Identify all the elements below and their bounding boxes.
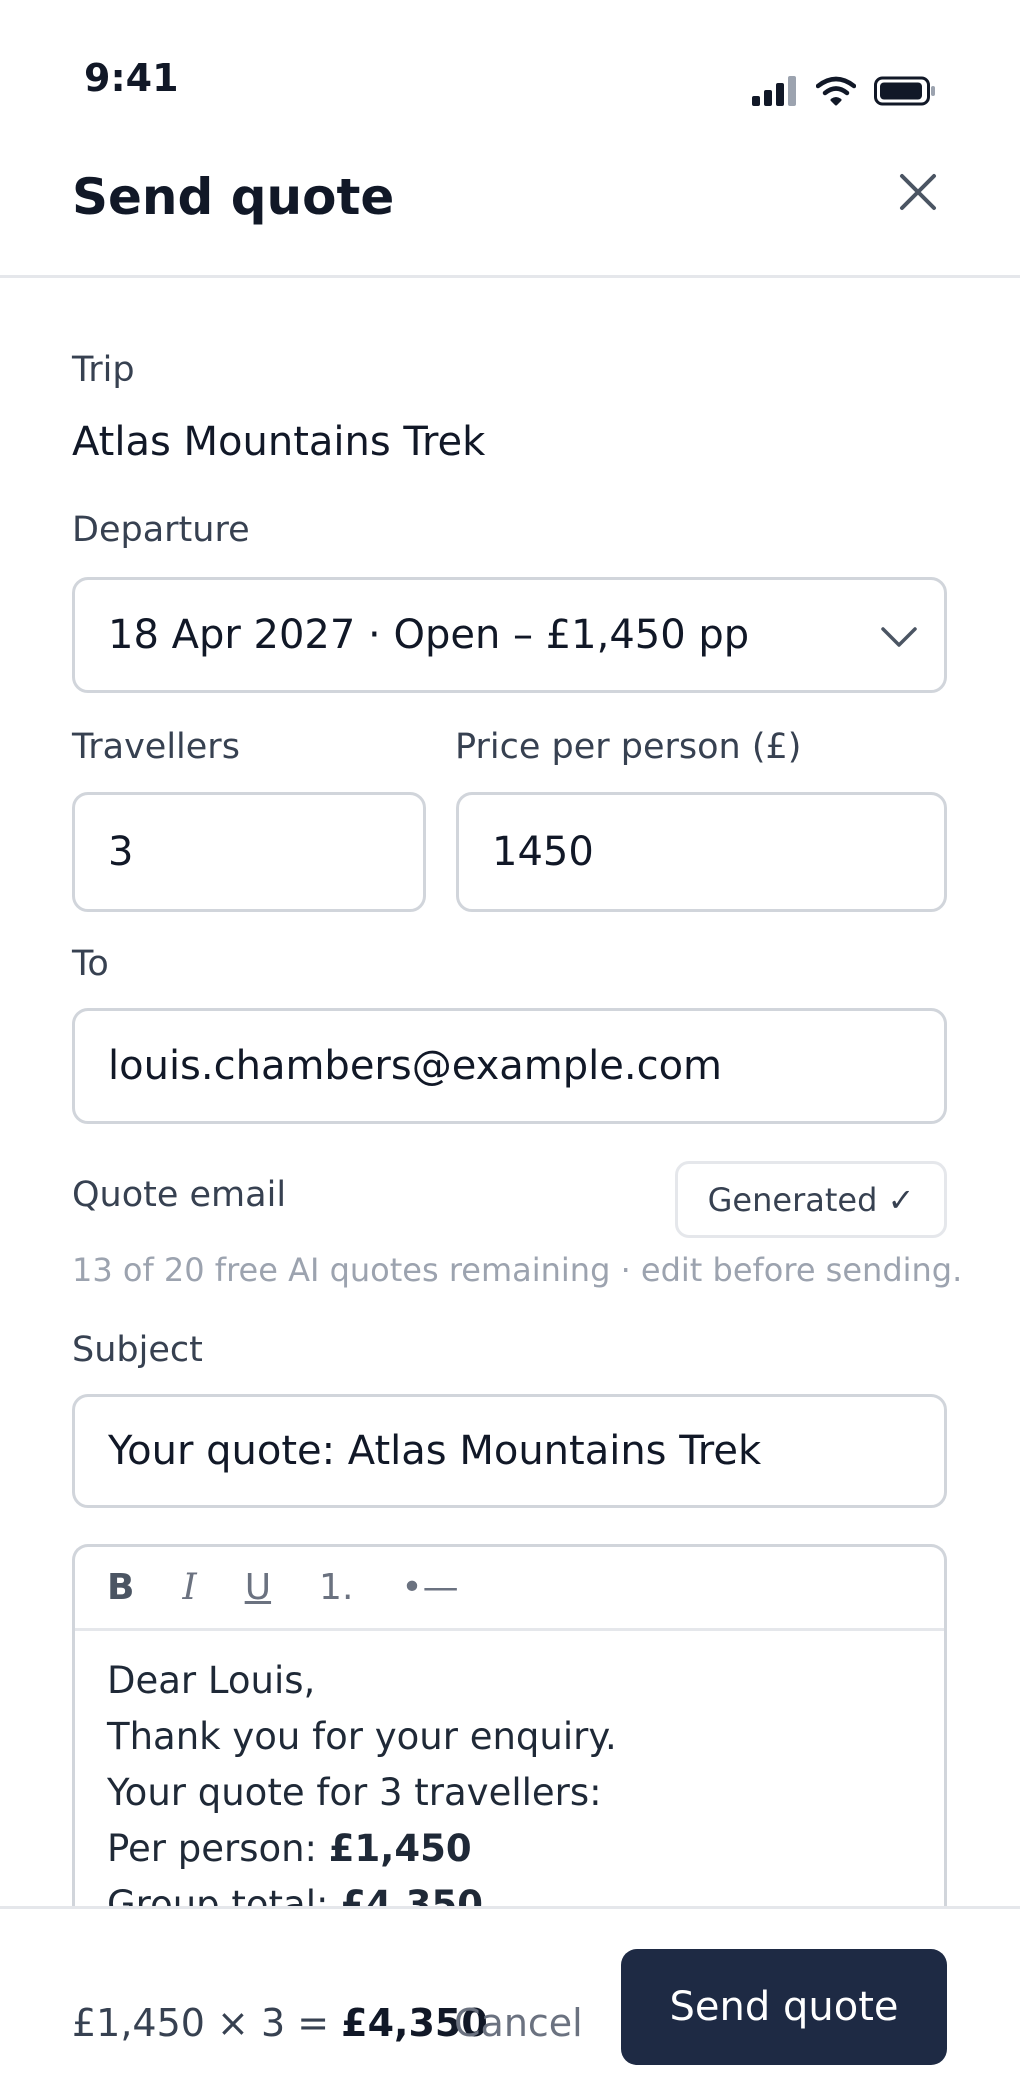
page-title: Send quote	[72, 168, 395, 226]
close-icon	[899, 173, 937, 215]
modal-header: Send quote	[0, 150, 1020, 278]
quote-email-label: Quote email	[72, 1175, 287, 1215]
price-input[interactable]: 1450	[456, 792, 947, 912]
body-line-2: Your quote for 3 travellers:	[107, 1771, 602, 1814]
to-label: To	[72, 944, 109, 984]
italic-button[interactable]: I	[182, 1567, 196, 1608]
footer-bar: £1,450 × 3 = £4,350 Cancel Send quote	[0, 1906, 1020, 2100]
email-field[interactable]: louis.chambers@example.com	[72, 1008, 947, 1124]
to-value: louis.chambers@example.com	[108, 1043, 723, 1089]
trip-value: Atlas Mountains Trek	[72, 419, 486, 465]
send-quote-button[interactable]: Send quote	[621, 1949, 947, 2065]
subject-value: Your quote: Atlas Mountains Trek	[108, 1428, 762, 1474]
underline-button[interactable]: U	[245, 1567, 271, 1608]
close-button[interactable]	[888, 164, 948, 224]
cancel-button[interactable]: Cancel	[454, 2001, 583, 2045]
ai-quota-helper: 13 of 20 free AI quotes remaining · edit…	[72, 1251, 963, 1289]
departure-label: Departure	[72, 510, 250, 550]
body-group-total: Group total: £4,350	[107, 1883, 484, 1906]
signal-icon	[752, 76, 798, 110]
body-line-1: Thank you for your enquiry.	[107, 1715, 617, 1758]
body-greeting: Dear Louis,	[107, 1659, 316, 1702]
travellers-input[interactable]: 3	[72, 792, 426, 912]
travellers-value: 3	[108, 829, 134, 875]
generated-button[interactable]: Generated ✓	[675, 1161, 947, 1238]
bold-button[interactable]: B	[107, 1567, 134, 1608]
subject-input[interactable]: Your quote: Atlas Mountains Trek	[72, 1394, 947, 1508]
quote-total-summary: £1,450 × 3 = £4,350	[72, 2001, 488, 2045]
subject-label: Subject	[72, 1330, 203, 1370]
body-per-person: Per person: £1,450	[107, 1827, 472, 1870]
email-body-editor[interactable]: B I U 1. •— Dear Louis, Thank you for yo…	[72, 1544, 947, 1906]
editor-body[interactable]: Dear Louis, Thank you for your enquiry. …	[75, 1631, 944, 1906]
chevron-down-icon	[880, 612, 918, 658]
travellers-label: Travellers	[72, 727, 240, 767]
editor-toolbar: B I U 1. •—	[75, 1547, 944, 1631]
status-icons	[752, 76, 936, 110]
status-time: 9:41	[84, 56, 179, 100]
status-bar: 9:41	[0, 0, 1020, 150]
departure-selected-value: 18 Apr 2027 · Open – £1,450 pp	[108, 612, 750, 658]
ordered-list-button[interactable]: 1.	[319, 1567, 353, 1608]
trip-label: Trip	[72, 350, 135, 390]
wifi-icon	[815, 76, 857, 110]
departure-select[interactable]: 18 Apr 2027 · Open – £1,450 pp	[72, 577, 947, 693]
price-label: Price per person (£)	[455, 727, 802, 767]
bullet-list-button[interactable]: •—	[401, 1567, 458, 1608]
battery-icon	[874, 76, 936, 110]
quote-form[interactable]: Trip Atlas Mountains Trek Departure 18 A…	[0, 281, 1020, 1906]
price-value: 1450	[492, 829, 594, 875]
